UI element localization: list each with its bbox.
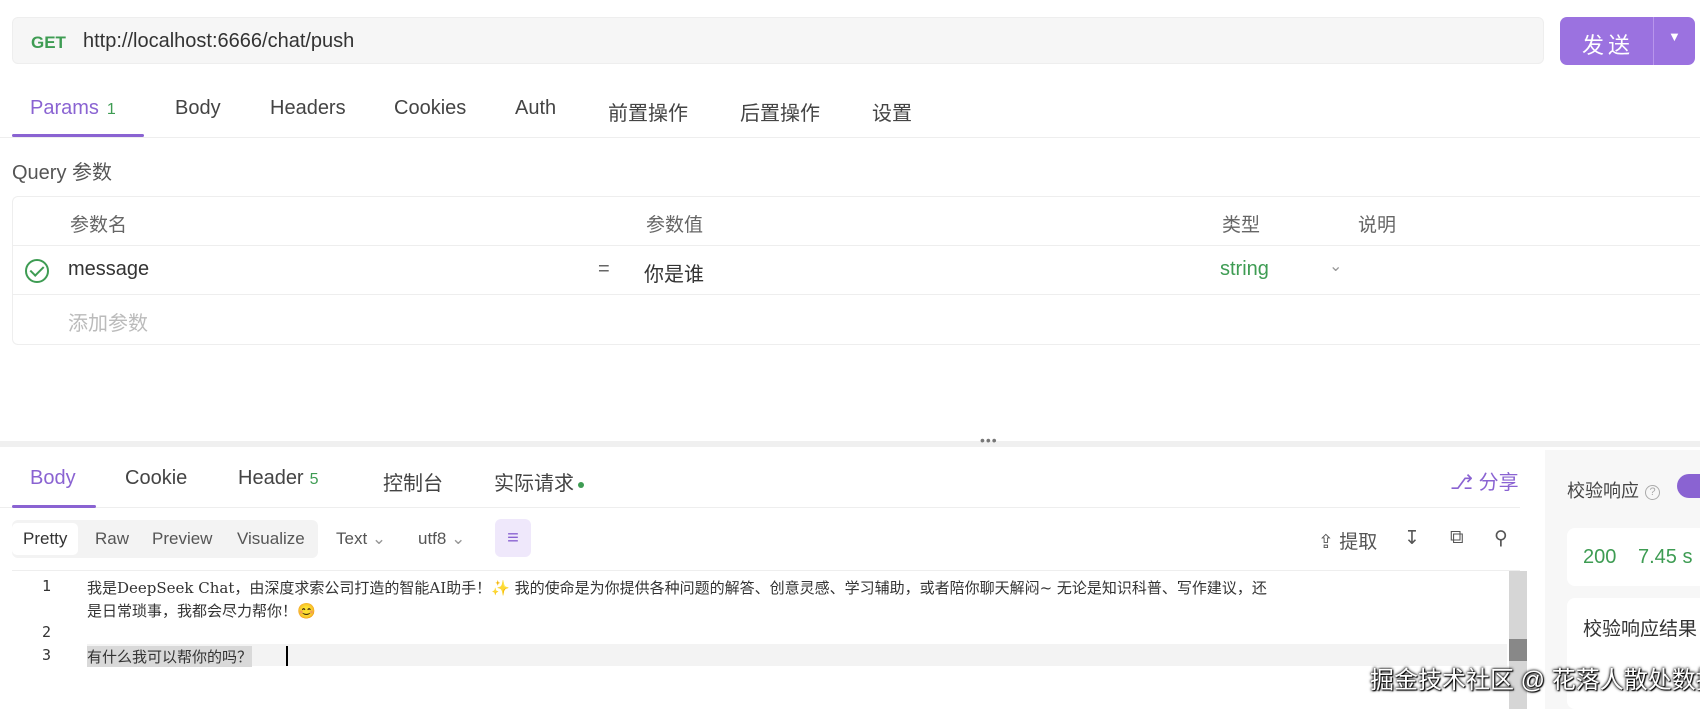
tab-body[interactable]: Body (175, 97, 221, 120)
send-divider (1653, 17, 1654, 65)
tab-params[interactable]: Params 1 (30, 97, 116, 120)
param-name[interactable]: message (68, 258, 149, 281)
header-param-desc: 说明 (1358, 215, 1397, 236)
active-tab-indicator (12, 505, 96, 508)
copy-icon[interactable]: ⧉ (1450, 527, 1464, 549)
line-number: 1 (42, 577, 52, 595)
validate-response-label: 校验响应? (1567, 477, 1660, 503)
download-icon[interactable]: ↧ (1404, 527, 1420, 550)
code-line-selected: 有什么我可以帮你的吗？ (87, 646, 253, 667)
view-mode-switcher: Pretty Raw Preview Visualize (12, 520, 318, 558)
url-bar[interactable]: GET http://localhost:6666/chat/push (12, 17, 1544, 64)
response-tabs: Body Cookie Header 5 控制台 实际请求 ⎇ 分享 (0, 450, 1520, 508)
encoding-select[interactable]: utf8 ⌄ (418, 529, 465, 549)
code-line: 我是DeepSeek Chat，由深度求索公司打造的智能AI助手！✨ 我的使命是… (87, 579, 1267, 597)
line-number: 2 (42, 623, 52, 641)
params-header-row: 参数名 参数值 类型 说明 (13, 197, 1700, 246)
view-preview[interactable]: Preview (152, 529, 212, 549)
tab-headers[interactable]: Headers (270, 97, 346, 120)
code-line: 是日常琐事，我都会尽力帮你！😊 (87, 602, 316, 620)
header-param-name: 参数名 (70, 215, 128, 236)
search-icon[interactable]: ⚲ (1494, 527, 1508, 550)
drag-handle-icon[interactable]: ••• (980, 432, 998, 448)
request-tabs: Params 1 Body Headers Cookies Auth 前置操作 后… (0, 82, 1700, 138)
tab-pre-actions[interactable]: 前置操作 (608, 97, 688, 126)
header-count-badge: 5 (309, 471, 319, 488)
tab-cookies[interactable]: Cookies (394, 97, 466, 120)
status-code: 200 (1583, 546, 1617, 568)
chevron-down-icon: ⌄ (371, 529, 387, 548)
tab-settings[interactable]: 设置 (872, 97, 912, 126)
chevron-down-icon: ⌄ (451, 529, 466, 548)
send-button[interactable]: 发送 ▼ (1560, 17, 1695, 65)
word-wrap-icon[interactable]: ≡ (495, 519, 531, 557)
table-row: message = 你是谁 string ⌄ (13, 246, 1700, 295)
validation-result-title: 校验响应结果 (1583, 619, 1698, 640)
format-select[interactable]: Text ⌄ (336, 529, 386, 549)
active-tab-indicator (12, 134, 144, 137)
response-time: 7.45 s (1638, 546, 1693, 568)
line-number: 3 (42, 646, 52, 664)
panel-splitter[interactable] (0, 441, 1700, 447)
tab-response-cookie[interactable]: Cookie (125, 467, 187, 490)
tab-response-body[interactable]: Body (30, 467, 76, 490)
header-param-type: 类型 (1222, 215, 1261, 236)
tab-console[interactable]: 控制台 (383, 467, 443, 496)
active-line-highlight (87, 644, 1507, 666)
share-icon: ⎇ (1450, 472, 1474, 494)
validate-toggle[interactable] (1677, 474, 1700, 498)
help-icon[interactable]: ? (1645, 484, 1660, 500)
params-count-badge: 1 (106, 101, 116, 118)
view-raw[interactable]: Raw (95, 529, 129, 549)
add-param-row[interactable]: 添加参数 (13, 295, 1700, 344)
tab-auth[interactable]: Auth (515, 97, 556, 120)
extract-button[interactable]: ⇪ 提取 (1318, 527, 1377, 554)
query-params-title: Query 参数 (12, 162, 113, 184)
share-button[interactable]: ⎇ 分享 (1450, 466, 1519, 495)
equals-sign: = (598, 258, 610, 280)
extract-icon: ⇪ (1318, 532, 1334, 553)
send-label: 发送 (1582, 33, 1635, 58)
params-table: 参数名 参数值 类型 说明 message = 你是谁 string ⌄ 添加参… (12, 196, 1700, 345)
param-type-select[interactable]: string (1220, 258, 1269, 281)
response-status-card: 200 7.45 s (1567, 528, 1700, 586)
editor-scrollbar-thumb[interactable] (1509, 639, 1527, 661)
header-param-value: 参数值 (646, 215, 704, 236)
tab-actual-request[interactable]: 实际请求 (494, 467, 584, 496)
watermark: 掘金技术社区 @ 花落人散处数据 (1370, 667, 1700, 694)
tab-post-actions[interactable]: 后置操作 (740, 97, 820, 126)
param-value[interactable]: 你是谁 (644, 258, 704, 287)
response-editor[interactable]: 1 我是DeepSeek Chat，由深度求索公司打造的智能AI助手！✨ 我的使… (12, 570, 1527, 709)
tab-response-header[interactable]: Header 5 (238, 467, 319, 490)
chevron-down-icon[interactable]: ⌄ (1329, 256, 1342, 276)
chevron-down-icon[interactable]: ▼ (1668, 29, 1681, 44)
view-pretty[interactable]: Pretty (12, 523, 79, 555)
status-dot-icon (578, 481, 584, 488)
check-circle-icon[interactable] (25, 259, 49, 283)
text-cursor (286, 646, 288, 666)
view-visualize[interactable]: Visualize (237, 529, 305, 549)
url-input[interactable]: http://localhost:6666/chat/push (83, 30, 354, 53)
http-method[interactable]: GET (31, 33, 66, 53)
add-param-placeholder[interactable]: 添加参数 (68, 307, 148, 336)
